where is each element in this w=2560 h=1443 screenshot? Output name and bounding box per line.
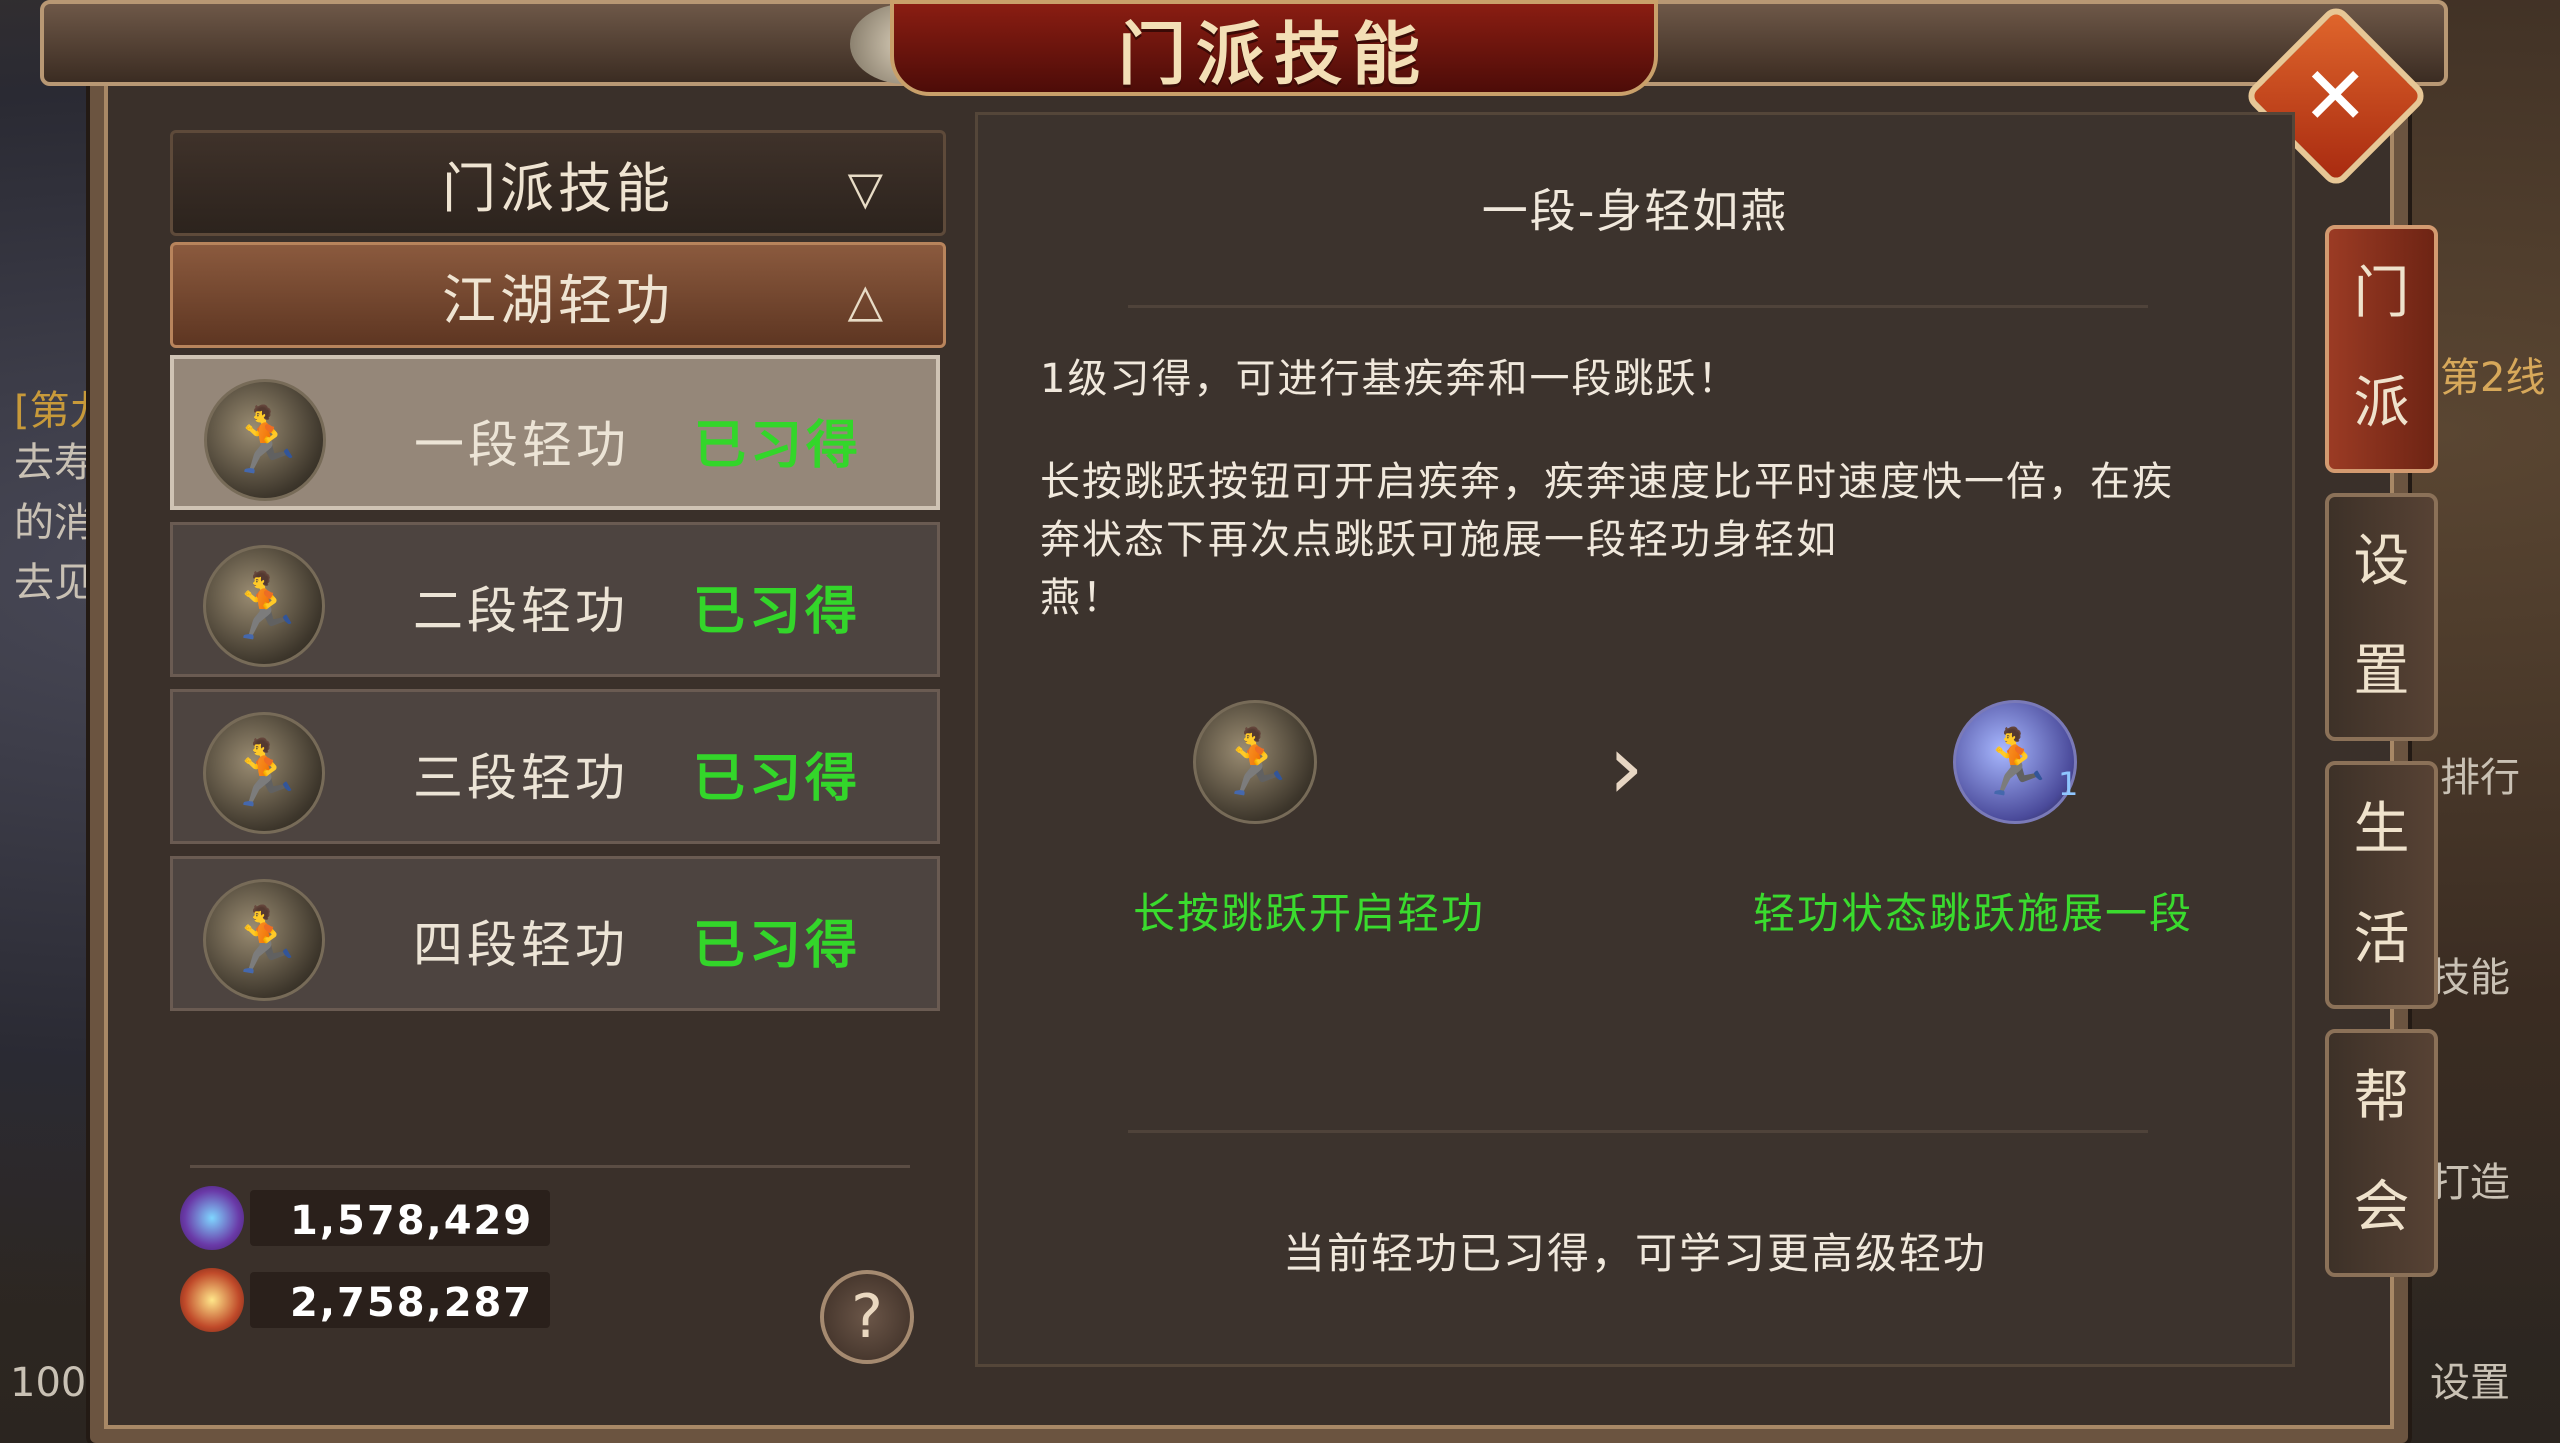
category-lightness-skills[interactable]: 江湖轻功 △	[170, 242, 946, 348]
jump-skill-icon: 🏃	[1953, 700, 2077, 824]
gem-amount: 1,578,429	[290, 1198, 534, 1244]
divider	[1128, 1130, 2148, 1133]
skill-name: 四段轻功	[413, 916, 629, 974]
detail-title: 一段-身轻如燕	[1481, 184, 1789, 238]
tab-guild[interactable]: 帮 会	[2325, 1029, 2438, 1277]
skill-status: 已习得	[693, 749, 862, 809]
category-sect-skills[interactable]: 门派技能 ▽	[170, 130, 946, 236]
tab-settings[interactable]: 设 置	[2325, 493, 2438, 741]
tab-char: 置	[2353, 639, 2410, 704]
tab-char: 会	[2353, 1175, 2410, 1240]
detail-footer: 当前轻功已习得，可学习更高级轻功	[1282, 1229, 1987, 1278]
bg-forge-label: 打造	[2430, 1160, 2510, 1206]
skill-detail-panel: 一段-身轻如燕 1级习得，可进行基疾奔和一段跳跃！ 长按跳跃按钮可开启疾奔，疾奔…	[975, 112, 2295, 1367]
skill-status: 已习得	[693, 582, 862, 642]
gem-icon	[180, 1186, 244, 1250]
title-plaque: 门派技能	[890, 0, 1658, 96]
skill-item-2[interactable]: 🏃 二段轻功 已习得	[170, 522, 940, 677]
currency-row-gold: 2,758,287	[180, 1268, 580, 1332]
skill-name: 二段轻功	[413, 582, 629, 640]
detail-desc-4: 燕！	[1040, 575, 1124, 621]
lightness-skill-icon: 🏃	[203, 712, 325, 834]
arrow-right-icon: ›	[1608, 715, 1644, 820]
skill-name: 一段轻功	[414, 416, 630, 474]
tab-char: 帮	[2353, 1065, 2410, 1130]
currency-row-gems: 1,578,429	[180, 1186, 580, 1250]
lightness-skill-icon: 🏃	[204, 379, 326, 501]
detail-desc-3: 奔状态下再次点跳跃可施展一段轻功身轻如	[1040, 517, 1838, 563]
jump-level-badge: 1	[2058, 765, 2079, 803]
category-label: 门派技能	[442, 156, 674, 220]
close-icon: ✕	[2302, 49, 2370, 143]
skill-item-3[interactable]: 🏃 三段轻功 已习得	[170, 689, 940, 844]
lightness-skill-icon: 🏃	[203, 545, 325, 667]
tab-life[interactable]: 生 活	[2325, 761, 2438, 1009]
divider	[1128, 305, 2148, 308]
tab-sect[interactable]: 门 派	[2325, 225, 2438, 473]
gold-amount: 2,758,287	[290, 1280, 534, 1326]
skill-status: 已习得	[693, 916, 862, 976]
category-label: 江湖轻功	[442, 268, 674, 332]
chevron-down-icon: ▽	[847, 161, 883, 215]
skill-name: 三段轻功	[413, 749, 629, 807]
detail-desc-1: 1级习得，可进行基疾奔和一段跳跃！	[1040, 356, 1740, 402]
chevron-up-icon: △	[847, 273, 883, 327]
caption-hold-jump: 长按跳跃开启轻功	[1133, 889, 1486, 938]
bg-rank-label: 排行	[2440, 755, 2520, 801]
lightness-skill-icon: 🏃	[203, 879, 325, 1001]
bg-skill-label: 技能	[2430, 955, 2510, 1001]
skill-item-1[interactable]: 🏃 一段轻功 已习得	[170, 355, 940, 510]
gold-icon	[180, 1268, 244, 1332]
tab-char: 活	[2353, 907, 2410, 972]
skill-status: 已习得	[694, 416, 863, 476]
question-icon: ?	[851, 1282, 883, 1352]
divider	[190, 1165, 910, 1168]
bg-server-line: 第2线	[2440, 355, 2546, 401]
tab-char: 设	[2353, 529, 2410, 594]
tab-char: 门	[2353, 261, 2410, 326]
skill-item-4[interactable]: 🏃 四段轻功 已习得	[170, 856, 940, 1011]
tab-char: 派	[2353, 371, 2410, 436]
bg-settings-label: 设置	[2430, 1360, 2510, 1406]
tab-char: 生	[2353, 797, 2410, 862]
side-tab-bar: 门 派 设 置 生 活 帮 会	[2325, 225, 2438, 1297]
caption-jump-cast: 轻功状态跳跃施展一段	[1753, 889, 2194, 938]
skill-list-panel: 门派技能 ▽ 江湖轻功 △ 🏃 一段轻功 已习得 🏃 二段轻功 已习得 🏃 三段…	[170, 120, 946, 1364]
sprint-skill-icon: 🏃	[1193, 700, 1317, 824]
window-title: 门派技能	[1117, 15, 1430, 95]
help-button[interactable]: ?	[820, 1270, 914, 1364]
detail-desc-2: 长按跳跃按钮可开启疾奔，疾奔速度比平时速度快一倍，在疾	[1040, 459, 2174, 505]
